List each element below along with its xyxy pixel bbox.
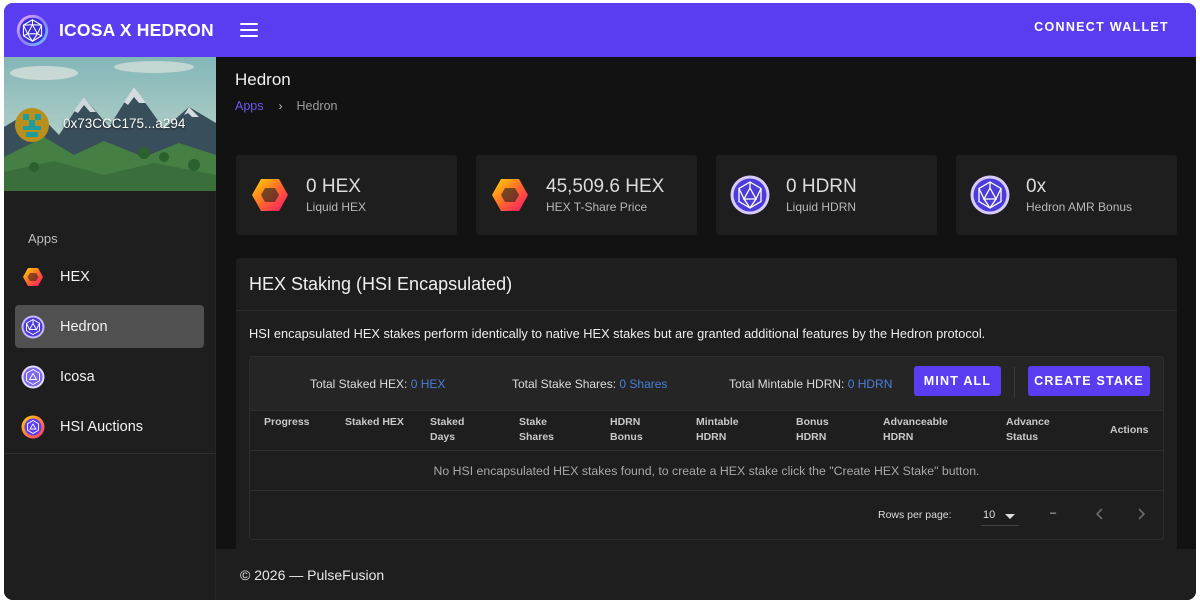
sidebar-item-label: Icosa — [60, 368, 95, 385]
column-header-mintable-hdrn[interactable]: Mintable HDRN — [696, 415, 739, 445]
stat-card-tshare-price: 45,509.6 HEX HEX T-Share Price — [476, 155, 697, 235]
total-mintable-hdrn: Total Mintable HDRN: 0 HDRN — [729, 377, 892, 391]
total-staked-hex: Total Staked HEX: 0 HEX — [310, 377, 445, 391]
sidebar-item-label: HEX — [60, 268, 90, 285]
column-header-hdrn-bonus[interactable]: HDRN Bonus — [610, 415, 643, 445]
sidebar-item-label: HSI Auctions — [60, 418, 144, 435]
hedron-icon — [730, 175, 770, 215]
sidebar-item-hedron[interactable]: Hedron — [15, 305, 204, 348]
column-header-stake-shares[interactable]: Stake Shares — [519, 415, 554, 445]
hex-icon — [21, 265, 45, 289]
page-range-text: – — [1050, 507, 1057, 519]
breadcrumb-current: Hedron — [296, 99, 338, 113]
stat-label: Liquid HDRN — [786, 200, 857, 214]
footer: © 2026 — PulseFusion — [216, 549, 1196, 600]
stat-card-liquid-hex: 0 HEX Liquid HEX — [236, 155, 457, 235]
stat-value: 0 HEX — [306, 176, 361, 197]
total-label: Total Stake Shares: — [512, 377, 617, 391]
menu-icon[interactable] — [239, 23, 258, 37]
sidebar-item-hex[interactable]: HEX — [15, 255, 204, 298]
stat-label: HEX T-Share Price — [546, 200, 648, 214]
column-header-bonus-hdrn[interactable]: Bonus HDRN — [796, 415, 829, 445]
total-value: 0 HDRN — [847, 377, 893, 391]
brand-title: ICOSA X HEDRON — [59, 19, 214, 40]
stat-value: 45,509.6 HEX — [546, 176, 665, 197]
column-header-staked-days[interactable]: Staked Days — [430, 415, 464, 445]
brand[interactable]: ICOSA X HEDRON — [16, 14, 214, 47]
sidebar-section-heading: Apps — [28, 231, 58, 246]
column-header-advance-status[interactable]: Advance Status — [1006, 415, 1050, 445]
stat-value: 0x — [1026, 176, 1047, 197]
hedron-icon — [970, 175, 1010, 215]
table-header: Progress Staked HEX Staked Days Stake Shar… — [250, 411, 1163, 451]
total-stake-shares: Total Stake Shares: 0 Shares — [512, 377, 667, 391]
footer-text: © 2026 — PulseFusion — [240, 566, 385, 583]
totals-bar: Total Staked HEX: 0 HEX Total Stake Shar… — [250, 357, 1163, 411]
app-window: ICOSA X HEDRON CONNECT WALLET 0x73CCC175… — [4, 3, 1196, 600]
rows-per-page-select[interactable]: 10 — [981, 504, 1019, 526]
empty-state-message: No HSI encapsulated HEX stakes found, to… — [250, 451, 1163, 491]
rows-per-page-value: 10 — [983, 509, 996, 521]
top-app-bar: ICOSA X HEDRON CONNECT WALLET — [4, 3, 1196, 57]
toolbar-divider — [1014, 367, 1015, 397]
stat-label: Hedron AMR Bonus — [1026, 200, 1133, 214]
stat-label: Liquid HEX — [306, 200, 367, 214]
card-title: HEX Staking (HSI Encapsulated) — [249, 273, 513, 294]
sidebar-item-icosa[interactable]: Icosa — [15, 355, 204, 398]
total-label: Total Mintable HDRN: — [729, 377, 845, 391]
wallet-address: 0x73CCC175...a294 — [63, 116, 186, 131]
column-header-advanceable-hdrn[interactable]: Advanceable HDRN — [883, 415, 948, 445]
caret-down-icon — [1005, 514, 1015, 519]
sidebar-divider — [4, 453, 216, 454]
avatar[interactable] — [15, 108, 49, 142]
stat-value: 0 HDRN — [786, 176, 857, 197]
card-header: HEX Staking (HSI Encapsulated) — [236, 258, 1177, 311]
connect-wallet-button[interactable]: CONNECT WALLET — [1034, 20, 1169, 34]
breadcrumb-separator: › — [278, 99, 283, 113]
column-header-progress[interactable]: Progress — [264, 415, 310, 430]
total-value: 0 HEX — [410, 377, 446, 391]
create-stake-button[interactable]: CREATE STAKE — [1028, 366, 1150, 396]
hex-staking-card: HEX Staking (HSI Encapsulated) HSI encap… — [236, 258, 1177, 550]
stat-card-amr-bonus: 0x Hedron AMR Bonus — [956, 155, 1177, 235]
page-title: Hedron — [235, 70, 291, 89]
stat-card-liquid-hdrn: 0 HDRN Liquid HDRN — [716, 155, 937, 235]
column-header-staked-hex[interactable]: Staked HEX — [345, 415, 404, 430]
rows-per-page-label: Rows per page: — [878, 509, 952, 521]
chevron-left-icon[interactable] — [1093, 506, 1107, 522]
stakes-table: Total Staked HEX: 0 HEX Total Stake Shar… — [249, 356, 1164, 540]
total-label: Total Staked HEX: — [310, 377, 408, 391]
icosa-logo-icon — [16, 14, 49, 46]
hex-icon — [492, 179, 528, 211]
hsi-auctions-icon — [21, 415, 45, 439]
sidebar: 0x73CCC175...a294 Apps HEX Hedron Icosa … — [4, 57, 216, 600]
mint-all-button[interactable]: MINT ALL — [914, 366, 1001, 396]
breadcrumb: Apps › Hedron — [235, 99, 338, 113]
icosa-icon — [21, 365, 45, 389]
chevron-right-icon[interactable] — [1134, 506, 1148, 522]
profile-banner: 0x73CCC175...a294 — [4, 57, 216, 191]
hedron-icon — [21, 315, 45, 339]
total-value: 0 Shares — [619, 377, 668, 391]
sidebar-item-label: Hedron — [60, 318, 108, 335]
breadcrumb-link-apps[interactable]: Apps — [235, 99, 264, 113]
hex-icon — [252, 179, 288, 211]
main-content: Hedron Apps › Hedron 0 HEX Liquid HEX 45… — [216, 57, 1196, 550]
table-pagination: Rows per page: 10 – — [250, 491, 1163, 539]
card-description: HSI encapsulated HEX stakes perform iden… — [249, 326, 986, 341]
column-header-actions: Actions — [1110, 424, 1149, 436]
sidebar-item-hsi-auctions[interactable]: HSI Auctions — [15, 405, 204, 448]
